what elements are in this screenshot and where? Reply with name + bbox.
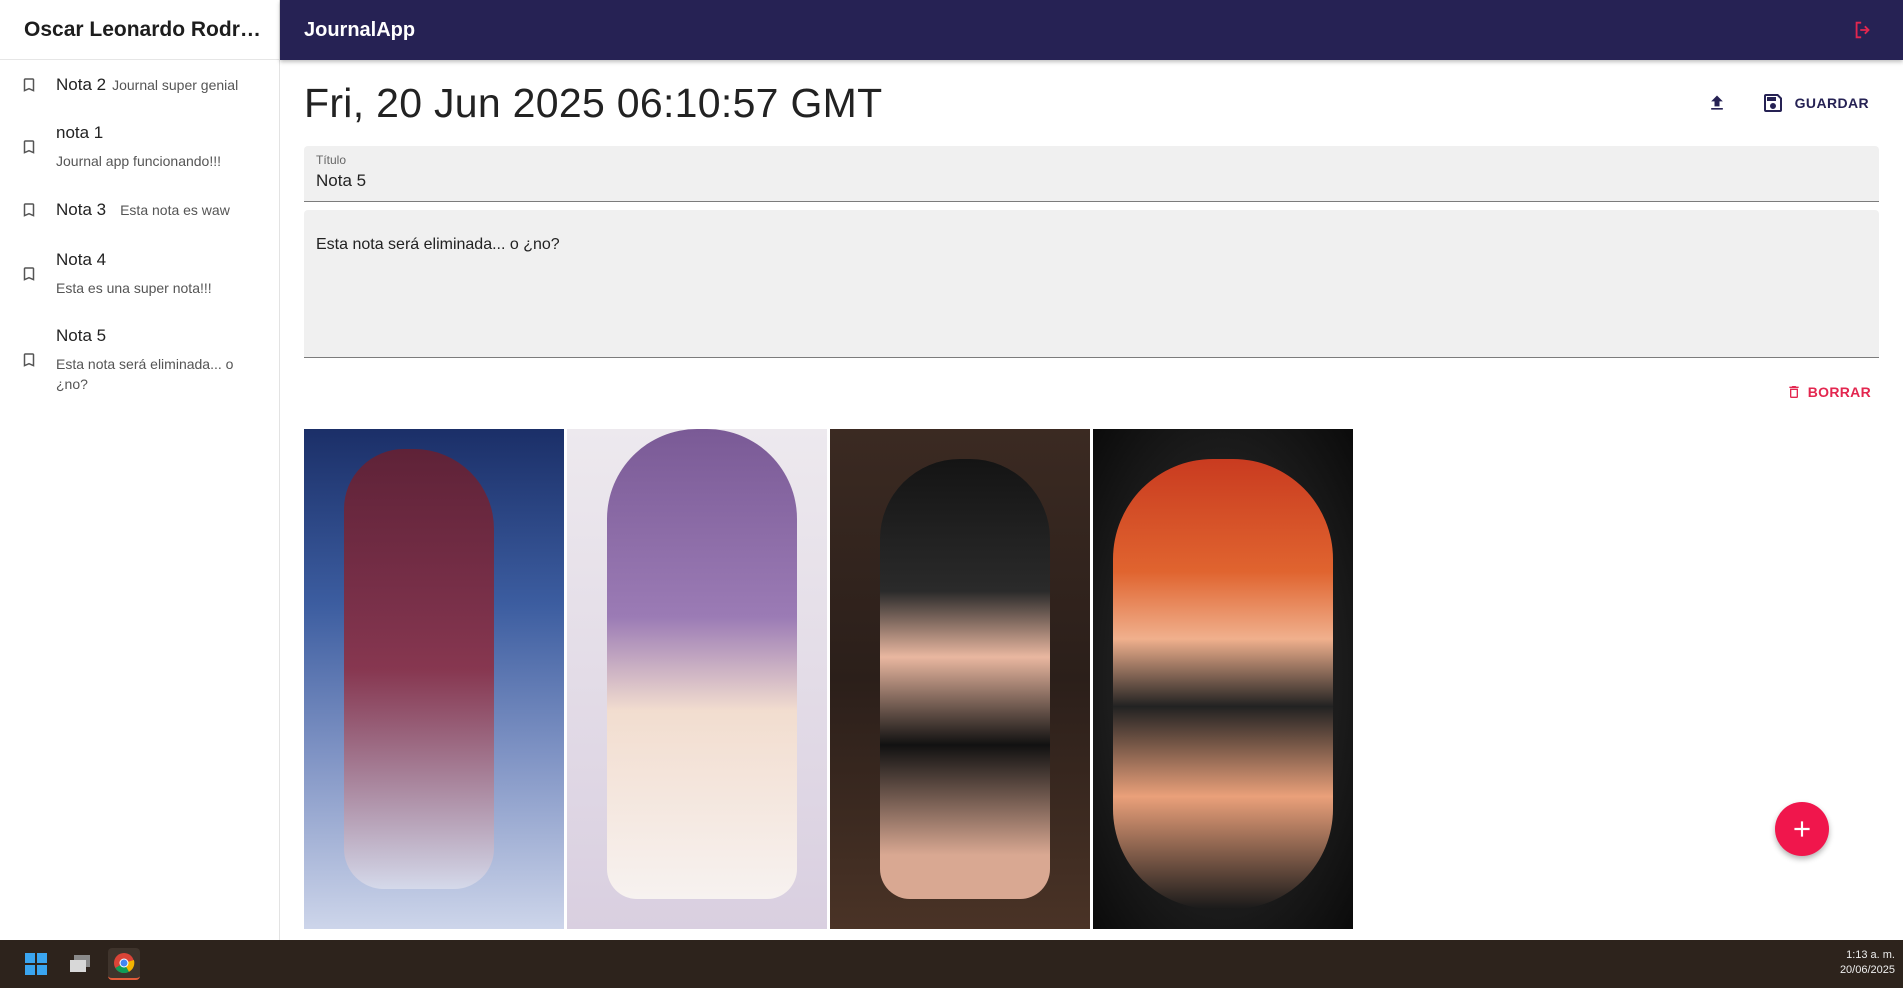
- bookmark-icon: [20, 137, 56, 157]
- note-title: nota 1: [56, 123, 104, 142]
- sidebar: Oscar Leonardo Rodrig... Nota 2 Journal …: [0, 0, 280, 940]
- note-item-nota-4[interactable]: Nota 4 Esta es una super nota!!!: [0, 236, 279, 312]
- system-clock[interactable]: 1:13 a. m. 20/06/2025: [1840, 948, 1895, 978]
- gallery-image[interactable]: [830, 429, 1090, 929]
- note-title: Nota 3: [56, 200, 107, 219]
- title-label: Título: [316, 153, 347, 167]
- note-title: Nota 4: [56, 250, 107, 269]
- note-body: Esta nota será eliminada... o ¿no?: [56, 356, 234, 392]
- app-brand: JournalApp: [304, 18, 416, 41]
- note-editor: Fri, 20 Jun 2025 06:10:57 GMT GUARDAR Tí…: [280, 60, 1903, 940]
- bookmark-icon: [20, 75, 56, 95]
- title-field[interactable]: Título Nota 5: [304, 146, 1879, 202]
- windows-start-icon[interactable]: [20, 948, 52, 980]
- logout-icon[interactable]: [1847, 14, 1879, 46]
- note-item-nota-5[interactable]: Nota 5 Esta nota será eliminada... o ¿no…: [0, 312, 279, 408]
- body-textarea[interactable]: Esta nota será eliminada... o ¿no?: [304, 210, 1879, 358]
- clock-time: 1:13 a. m.: [1846, 949, 1895, 961]
- clock-date: 20/06/2025: [1839, 964, 1895, 976]
- sidebar-header: Oscar Leonardo Rodrig...: [0, 0, 279, 60]
- note-body: Esta nota es waw: [120, 202, 230, 218]
- note-item-nota-3[interactable]: Nota 3 Esta nota es waw: [0, 184, 279, 236]
- app-bar: JournalApp: [280, 0, 1903, 60]
- editor-actions: GUARDAR: [1701, 87, 1879, 119]
- image-gallery: [304, 429, 1879, 929]
- add-icon: [1794, 821, 1810, 837]
- os-taskbar: 1:13 a. m. 20/06/2025: [0, 940, 1903, 988]
- gallery-image[interactable]: [1093, 429, 1353, 929]
- delete-row: BORRAR: [304, 380, 1879, 404]
- gallery-image[interactable]: [304, 429, 564, 929]
- user-name: Oscar Leonardo Rodrig...: [24, 17, 264, 41]
- bookmark-icon: [20, 200, 56, 220]
- note-item-nota-1[interactable]: nota 1 Journal app funcionando!!!: [0, 110, 279, 184]
- gallery-image[interactable]: [567, 429, 827, 929]
- chrome-icon[interactable]: [108, 948, 140, 980]
- save-label: GUARDAR: [1794, 95, 1869, 111]
- task-view-icon[interactable]: [64, 948, 96, 980]
- note-body: Journal app funcionando!!!: [56, 153, 222, 169]
- trash-icon: [1789, 386, 1799, 398]
- bookmark-icon: [20, 350, 56, 370]
- editor-header: Fri, 20 Jun 2025 06:10:57 GMT GUARDAR: [304, 60, 1879, 146]
- note-body: Esta es una super nota!!!: [56, 280, 212, 296]
- note-body: Journal super genial: [112, 77, 239, 93]
- note-item-nota-2[interactable]: Nota 2 Journal super genial: [0, 60, 279, 110]
- add-note-button[interactable]: [1775, 802, 1829, 856]
- delete-label: BORRAR: [1807, 384, 1871, 400]
- note-title: Nota 2: [56, 75, 107, 94]
- note-date: Fri, 20 Jun 2025 06:10:57 GMT: [304, 79, 883, 126]
- delete-button[interactable]: BORRAR: [1786, 380, 1879, 404]
- body-text: Esta nota será eliminada... o ¿no?: [316, 236, 560, 253]
- title-input[interactable]: Nota 5: [316, 171, 1867, 191]
- upload-icon[interactable]: [1701, 87, 1733, 119]
- note-title: Nota 5: [56, 326, 107, 345]
- bookmark-icon: [20, 264, 56, 284]
- save-button[interactable]: GUARDAR: [1751, 87, 1879, 119]
- note-list: Nota 2 Journal super genial nota 1 Journ…: [0, 60, 279, 408]
- save-icon: [1763, 94, 1782, 112]
